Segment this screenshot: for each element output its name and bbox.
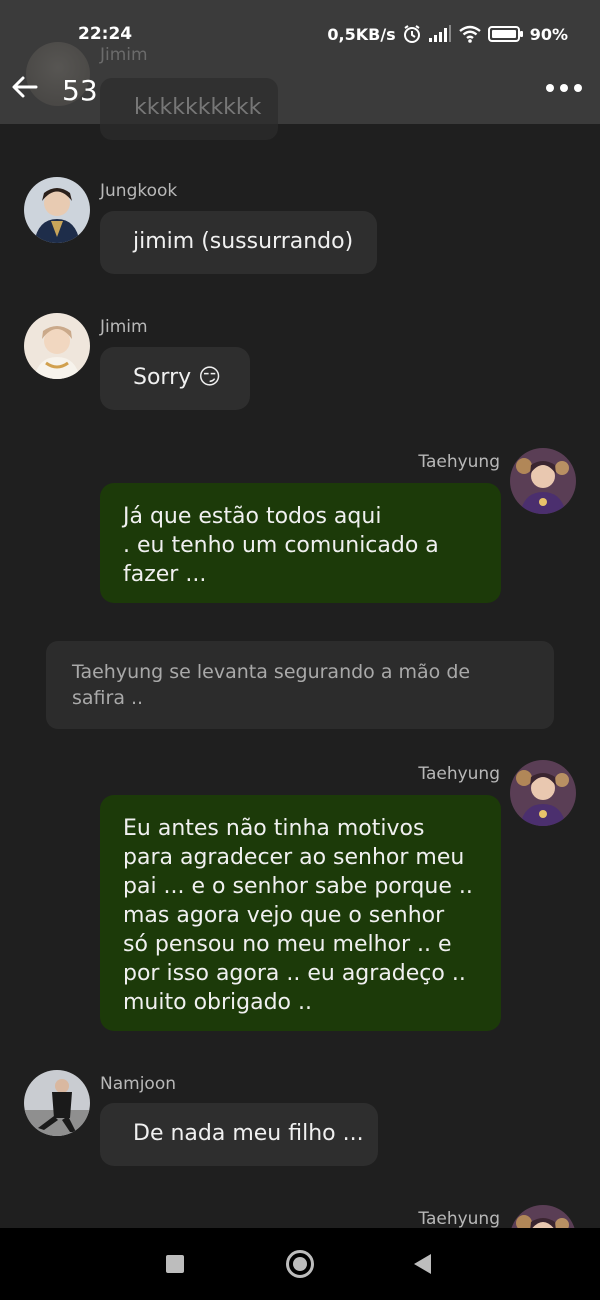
avatar[interactable]: [24, 177, 90, 243]
avatar[interactable]: [24, 1070, 90, 1136]
triangle-back-icon[interactable]: [414, 1254, 431, 1274]
avatar-image: [24, 313, 90, 379]
more-horizontal-icon: [546, 84, 554, 92]
back-button[interactable]: [10, 72, 40, 102]
avatar-image: [510, 448, 576, 514]
message-bubble[interactable]: jimim (sussurrando): [100, 211, 377, 274]
more-options-button[interactable]: [542, 80, 586, 96]
message-text: jimim (sussurrando): [133, 229, 354, 254]
avatar-image: [24, 177, 90, 243]
status-icons: 0,5KB/s 90%: [327, 24, 568, 44]
message-text: Já que estão todos aqui . eu tenho um co…: [123, 504, 439, 587]
network-speed: 0,5KB/s: [327, 24, 396, 44]
message-text: Sorry 😏: [133, 365, 222, 390]
circle-home-icon[interactable]: [286, 1250, 314, 1278]
message-bubble[interactable]: Sorry 😏: [100, 347, 250, 410]
wifi-icon: [458, 25, 481, 43]
avatar-image: [510, 1205, 576, 1228]
square-recents-icon[interactable]: [166, 1255, 184, 1273]
sender-name: Namjoon: [100, 1074, 176, 1094]
message-bubble[interactable]: De nada meu filho ...: [100, 1103, 378, 1166]
avatar-image: [24, 1070, 90, 1136]
page-title: 53: [62, 74, 98, 107]
message-text: kkkkkkkkkk: [134, 95, 262, 120]
message-text: De nada meu filho ...: [133, 1121, 364, 1146]
message-bubble[interactable]: Já que estão todos aqui . eu tenho um co…: [100, 483, 501, 603]
avatar[interactable]: [510, 760, 576, 826]
sender-name: Taehyung: [418, 764, 500, 784]
avatar[interactable]: [510, 1205, 576, 1228]
narration-box: Taehyung se levanta segurando a mão de s…: [46, 641, 554, 729]
alarm-icon: [403, 25, 420, 43]
sender-name: Jungkook: [100, 181, 178, 201]
navigation-bar: [0, 1228, 600, 1300]
avatar-image: [510, 760, 576, 826]
status-bar: 22:24 0,5KB/s 90%: [0, 0, 600, 70]
arrow-left-icon: [12, 76, 38, 98]
chat-area[interactable]: Jungkook jimim (sussurrando) Jimim Sorry…: [0, 124, 600, 1228]
sender-name: Taehyung: [418, 1209, 500, 1228]
sender-name: Taehyung: [418, 452, 500, 472]
message-bubble[interactable]: Eu antes não tinha motivos para agradece…: [100, 795, 501, 1031]
status-time: 22:24: [78, 24, 133, 44]
signal-icon: [428, 25, 451, 42]
battery-percent: 90%: [529, 24, 568, 44]
top-bar: Jimim kkkkkkkkkk 22:24 0,5KB/s 90% 53: [0, 0, 600, 140]
sender-name: Jimim: [100, 317, 148, 337]
message-text: Eu antes não tinha motivos para agradece…: [123, 816, 473, 1015]
battery-icon: [487, 26, 523, 42]
avatar[interactable]: [24, 313, 90, 379]
avatar[interactable]: [510, 448, 576, 514]
